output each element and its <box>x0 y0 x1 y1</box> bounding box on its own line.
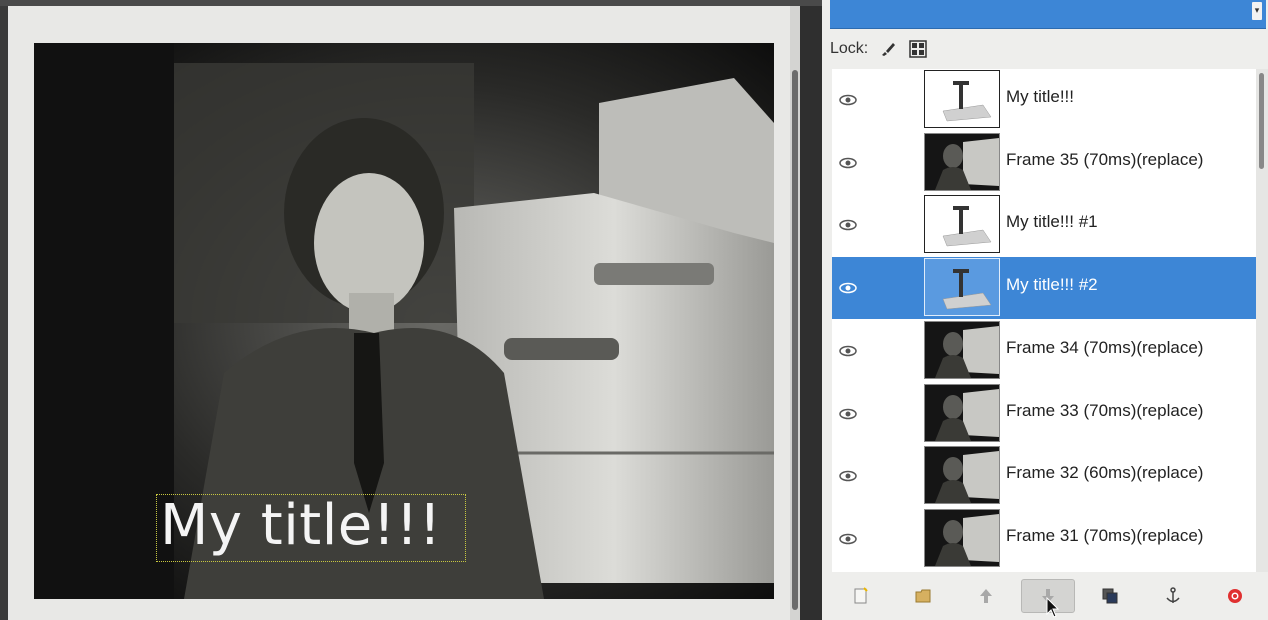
layer-name[interactable]: My title!!! <box>1006 87 1074 107</box>
layer-name[interactable]: Frame 34 (70ms)(replace) <box>1006 338 1203 358</box>
layer-name[interactable]: My title!!! #2 <box>1006 275 1098 295</box>
new-layer-button[interactable] <box>834 579 888 613</box>
layer-row[interactable]: Frame 32 (60ms)(replace) <box>832 445 1256 508</box>
title-overlay-text[interactable]: My title!!! <box>160 493 442 558</box>
layer-name[interactable]: My title!!! #1 <box>1006 212 1098 232</box>
panel-splitter[interactable] <box>800 6 822 620</box>
canvas-vertical-scrollbar[interactable] <box>790 6 800 620</box>
lock-label: Lock: <box>830 40 869 57</box>
delete-layer-button[interactable] <box>1208 579 1262 613</box>
visibility-eye-icon[interactable] <box>838 344 858 358</box>
visibility-eye-icon[interactable] <box>838 532 858 546</box>
frame-layer-thumbnail <box>924 132 1000 191</box>
layer-row[interactable]: Frame 33 (70ms)(replace) <box>832 382 1256 445</box>
anchor-layer-icon <box>1165 587 1180 603</box>
canvas-scrollbar-thumb[interactable] <box>792 70 798 610</box>
layer-list-scrollbar-thumb[interactable] <box>1259 73 1264 169</box>
visibility-eye-icon[interactable] <box>838 218 858 232</box>
alpha-lock-icon[interactable] <box>908 39 928 59</box>
layer-row[interactable]: Frame 31 (70ms)(replace) <box>832 507 1256 570</box>
layer-row[interactable]: Frame 34 (70ms)(replace) <box>832 319 1256 382</box>
text-layer-thumbnail <box>924 195 1000 254</box>
duplicate-layer-icon <box>1102 588 1118 604</box>
visibility-eye-icon[interactable] <box>838 469 858 483</box>
frame-layer-thumbnail <box>924 508 1000 567</box>
layer-row[interactable]: My title!!! #2 <box>832 257 1256 320</box>
layer-row[interactable]: My title!!! #1 <box>832 194 1256 257</box>
new-layer-group-button[interactable] <box>896 579 950 613</box>
text-layer-thumbnail <box>924 258 1000 317</box>
new-layer-icon <box>854 587 868 604</box>
layer-mode-select[interactable]: ▾ <box>830 0 1266 29</box>
layer-list[interactable]: My title!!! Frame 35 (70ms)(replace) My ti… <box>832 69 1256 572</box>
layer-name[interactable]: Frame 31 (70ms)(replace) <box>1006 526 1203 546</box>
duplicate-layer-button[interactable] <box>1083 579 1137 613</box>
layer-row[interactable]: My title!!! <box>832 69 1256 131</box>
brush-lock-icon[interactable] <box>878 39 898 59</box>
image-canvas-area[interactable]: My title!!! <box>8 6 790 620</box>
visibility-eye-icon[interactable] <box>838 156 858 170</box>
visibility-eye-icon[interactable] <box>838 281 858 295</box>
layer-name[interactable]: Frame 33 (70ms)(replace) <box>1006 401 1203 421</box>
new-layer-group-icon <box>915 589 931 603</box>
layer-name[interactable]: Frame 32 (60ms)(replace) <box>1006 463 1203 483</box>
layer-row[interactable]: Frame 35 (70ms)(replace) <box>832 131 1256 194</box>
delete-layer-icon <box>1227 589 1242 603</box>
visibility-eye-icon[interactable] <box>838 407 858 421</box>
text-layer-thumbnail <box>924 70 1000 128</box>
frame-layer-thumbnail <box>924 383 1000 442</box>
raise-layer-button[interactable] <box>959 579 1013 613</box>
text-layer-boundary[interactable]: My title!!! <box>156 493 466 562</box>
lock-row: Lock: <box>830 36 928 62</box>
visibility-eye-icon[interactable] <box>838 93 858 107</box>
chevron-down-icon[interactable]: ▾ <box>1252 2 1262 20</box>
layer-name[interactable]: Frame 35 (70ms)(replace) <box>1006 150 1203 170</box>
frame-layer-thumbnail <box>924 320 1000 379</box>
layer-list-scrollbar[interactable] <box>1256 69 1268 572</box>
anchor-layer-button[interactable] <box>1146 579 1200 613</box>
mouse-cursor-icon <box>1046 597 1060 618</box>
layers-panel: ▾ Lock: My title!!! Frame 35 (70ms)(repla… <box>822 0 1268 620</box>
raise-layer-icon <box>979 589 992 603</box>
image-canvas[interactable]: My title!!! <box>34 43 774 599</box>
frame-layer-thumbnail <box>924 446 1000 505</box>
